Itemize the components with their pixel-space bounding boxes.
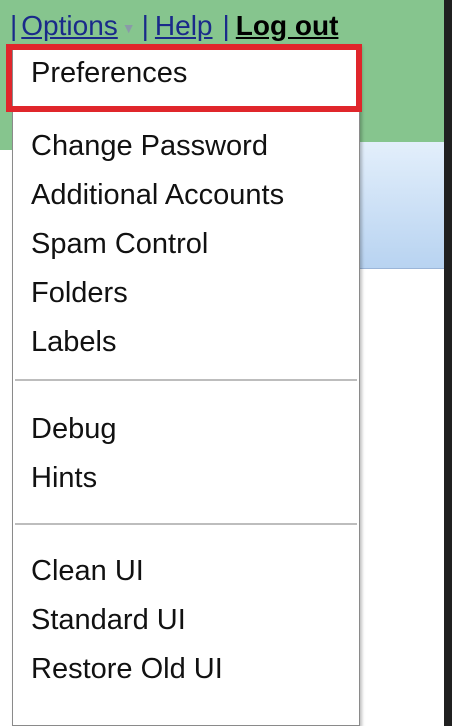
- menu-item-preferences[interactable]: Preferences: [13, 49, 359, 98]
- menu-item-debug[interactable]: Debug: [13, 405, 359, 454]
- options-dropdown-menu: Preferences Change Password Additional A…: [12, 44, 360, 726]
- nav-separator: |: [222, 10, 230, 41]
- menu-item-change-password[interactable]: Change Password: [13, 122, 359, 171]
- nav-separator: |: [141, 10, 149, 41]
- menu-group-ui: Clean UI Standard UI Restore Old UI: [13, 525, 359, 694]
- caret-down-icon[interactable]: ▼: [122, 10, 136, 46]
- help-link[interactable]: Help: [155, 8, 213, 44]
- menu-item-standard-ui[interactable]: Standard UI: [13, 596, 359, 645]
- menu-item-labels[interactable]: Labels: [13, 318, 359, 367]
- nav-separator: |: [10, 10, 18, 41]
- menu-group-debug: Debug Hints: [13, 381, 359, 523]
- top-navigation: | Options ▼ | Help | Log out: [10, 8, 338, 44]
- menu-item-spam-control[interactable]: Spam Control: [13, 220, 359, 269]
- options-menu-link[interactable]: Options: [21, 8, 118, 44]
- menu-item-restore-old-ui[interactable]: Restore Old UI: [13, 645, 359, 694]
- menu-item-folders[interactable]: Folders: [13, 269, 359, 318]
- menu-item-additional-accounts[interactable]: Additional Accounts: [13, 171, 359, 220]
- menu-group-account: Change Password Additional Accounts Spam…: [13, 108, 359, 379]
- logout-link[interactable]: Log out: [236, 8, 339, 44]
- menu-group-preferences: Preferences: [13, 45, 359, 108]
- menu-item-clean-ui[interactable]: Clean UI: [13, 547, 359, 596]
- menu-item-hints[interactable]: Hints: [13, 454, 359, 503]
- window-edge: [444, 0, 452, 726]
